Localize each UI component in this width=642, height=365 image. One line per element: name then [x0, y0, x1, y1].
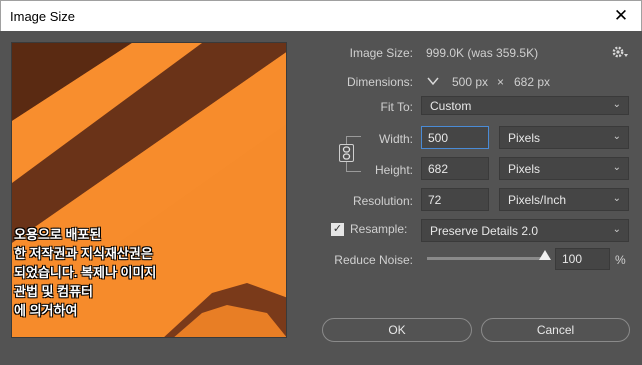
- overlay-line: 관법 및 컴퓨터: [14, 284, 93, 299]
- chevron-down-icon[interactable]: [426, 74, 440, 88]
- image-size-label: Image Size:: [349, 46, 413, 60]
- chevron-down-icon: ⌄: [612, 131, 621, 142]
- close-icon[interactable]: ✕: [609, 4, 633, 28]
- chevron-down-icon: ⌄: [612, 99, 621, 110]
- dialog-title: Image Size: [10, 9, 76, 24]
- reduce-noise-input[interactable]: 100: [555, 248, 610, 270]
- resolution-unit-value: Pixels/Inch: [508, 193, 567, 207]
- resample-label: Resample:: [350, 222, 408, 236]
- overlay-line: 되었습니다. 복제나 이미지: [14, 265, 157, 280]
- chevron-down-icon: ⌄: [612, 224, 621, 235]
- width-label: Width:: [378, 132, 413, 146]
- image-preview[interactable]: 오용으로 배포된 한 저작권과 지식재산권은 되었습니다. 복제나 이미지 관법…: [11, 42, 287, 338]
- overlay-line: 에 의거하여: [14, 303, 78, 318]
- width-input[interactable]: 500: [421, 126, 489, 149]
- dimensions-height: 682 px: [514, 75, 551, 89]
- ok-button[interactable]: OK: [322, 318, 472, 342]
- dimensions-width: 500 px: [452, 75, 489, 89]
- width-unit-dropdown[interactable]: Pixels ⌄: [499, 126, 629, 149]
- resample-value: Preserve Details 2.0: [430, 224, 539, 238]
- height-input[interactable]: 682: [421, 157, 489, 180]
- overlay-line: 한 저작권과 지식재산권은: [14, 246, 153, 261]
- resolution-label: Resolution:: [352, 194, 413, 208]
- height-unit-value: Pixels: [508, 162, 541, 176]
- width-unit-value: Pixels: [508, 131, 541, 145]
- cancel-button[interactable]: Cancel: [481, 318, 630, 342]
- resolution-unit-dropdown[interactable]: Pixels/Inch ⌄: [499, 188, 629, 211]
- reduce-noise-slider-handle[interactable]: [539, 250, 551, 260]
- resolution-input[interactable]: 72: [421, 188, 489, 211]
- reduce-noise-label: Reduce Noise:: [334, 253, 413, 267]
- image-size-value: 999.0K (was 359.5K): [426, 46, 539, 60]
- preview-overlay-text: 오용으로 배포된 한 저작권과 지식재산권은 되었습니다. 복제나 이미지 관법…: [12, 225, 286, 337]
- chevron-down-icon: ⌄: [612, 162, 621, 173]
- dimensions-times: ×: [497, 75, 505, 89]
- gear-icon[interactable]: [611, 44, 629, 60]
- reduce-noise-slider-track[interactable]: [427, 257, 548, 260]
- reduce-noise-unit: %: [615, 253, 626, 267]
- height-unit-dropdown[interactable]: Pixels ⌄: [499, 157, 629, 180]
- chevron-down-icon: ⌄: [612, 193, 621, 204]
- title-bar: Image Size ✕: [0, 0, 642, 31]
- dimensions-label: Dimensions:: [346, 75, 413, 89]
- overlay-line: 오용으로 배포된: [14, 227, 102, 242]
- link-icon[interactable]: [339, 144, 354, 162]
- fit-to-value: Custom: [430, 99, 472, 113]
- resample-checkbox[interactable]: ✓: [331, 223, 344, 236]
- fit-to-label: Fit To:: [380, 100, 413, 114]
- resample-dropdown[interactable]: Preserve Details 2.0 ⌄: [421, 219, 629, 242]
- fit-to-dropdown[interactable]: Custom ⌄: [421, 96, 629, 115]
- height-label: Height:: [374, 163, 413, 177]
